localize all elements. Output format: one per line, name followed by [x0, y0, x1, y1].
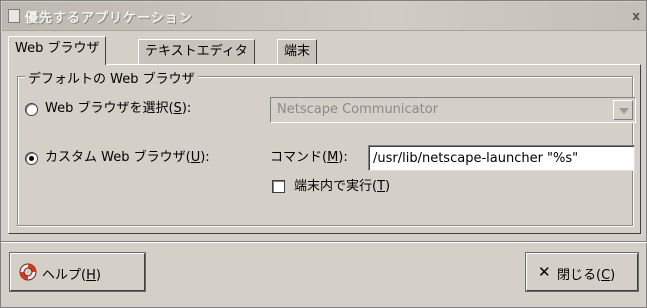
close-button-label: 閉じる(C)	[557, 264, 615, 283]
preferred-applications-dialog: 優先するアプリケーション x Web ブラウザ テキストエディタ 端末 デフォル…	[0, 0, 647, 308]
window-menu-icon[interactable]	[8, 9, 20, 23]
button-separator	[1, 241, 647, 243]
window-close-button[interactable]: x	[632, 9, 640, 23]
mnemonic: T	[377, 179, 386, 194]
mnemonic: H	[86, 268, 96, 283]
tab-text-editor[interactable]: テキストエディタ	[138, 39, 255, 64]
tab-label: Web ブラウザ	[15, 41, 100, 56]
label-text: 閉じる(	[557, 268, 602, 283]
mnemonic: S	[173, 101, 182, 116]
label-text: コマンド(	[270, 150, 328, 165]
label-text: Web ブラウザを選択(	[45, 101, 174, 116]
mnemonic: U	[190, 150, 201, 165]
label-text: )	[385, 179, 391, 194]
command-input[interactable]	[368, 145, 635, 171]
chevron-down-icon	[619, 108, 629, 114]
tab-web-browser[interactable]: Web ブラウザ	[8, 36, 107, 65]
label-text: ):	[181, 101, 192, 116]
help-button[interactable]: ヘルプ(H)	[10, 253, 145, 291]
lifebuoy-icon	[19, 263, 37, 281]
custom-browser-label[interactable]: カスタム Web ブラウザ(U):	[45, 150, 210, 166]
label-text: カスタム Web ブラウザ(	[45, 150, 191, 165]
frame-title: デフォルトの Web ブラウザ	[25, 68, 198, 87]
close-x-icon: ✕	[538, 263, 551, 281]
label-text: )	[95, 268, 101, 283]
command-label: コマンド(M):	[270, 150, 348, 166]
combo-dropdown-button[interactable]	[613, 100, 633, 120]
tab-terminal[interactable]: 端末	[277, 39, 318, 64]
label-text: 端末内で実行(	[294, 179, 378, 194]
help-button-label: ヘルプ(H)	[42, 264, 101, 283]
select-browser-label[interactable]: Web ブラウザを選択(S):	[45, 101, 191, 117]
custom-browser-radio[interactable]	[25, 152, 38, 165]
window-title: 優先するアプリケーション	[25, 11, 193, 26]
label-text: )	[610, 268, 616, 283]
title-bar[interactable]: 優先するアプリケーション x	[2, 2, 646, 31]
tab-label: テキストエディタ	[145, 44, 248, 59]
label-text: ):	[338, 150, 348, 165]
run-in-terminal-label[interactable]: 端末内で実行(T)	[294, 179, 390, 195]
label-text: ヘルプ(	[42, 268, 87, 283]
select-browser-radio[interactable]	[25, 103, 38, 116]
close-button[interactable]: ✕ 閉じる(C)	[526, 253, 638, 291]
mnemonic: M	[327, 150, 339, 165]
tab-label: 端末	[284, 44, 311, 59]
browser-combo[interactable]: Netscape Communicator	[270, 97, 636, 123]
browser-combo-value: Netscape Communicator	[277, 102, 439, 117]
radio-selected-dot	[29, 156, 34, 161]
mnemonic: C	[601, 268, 611, 283]
label-text: ):	[200, 150, 210, 165]
run-in-terminal-checkbox[interactable]	[272, 180, 285, 193]
